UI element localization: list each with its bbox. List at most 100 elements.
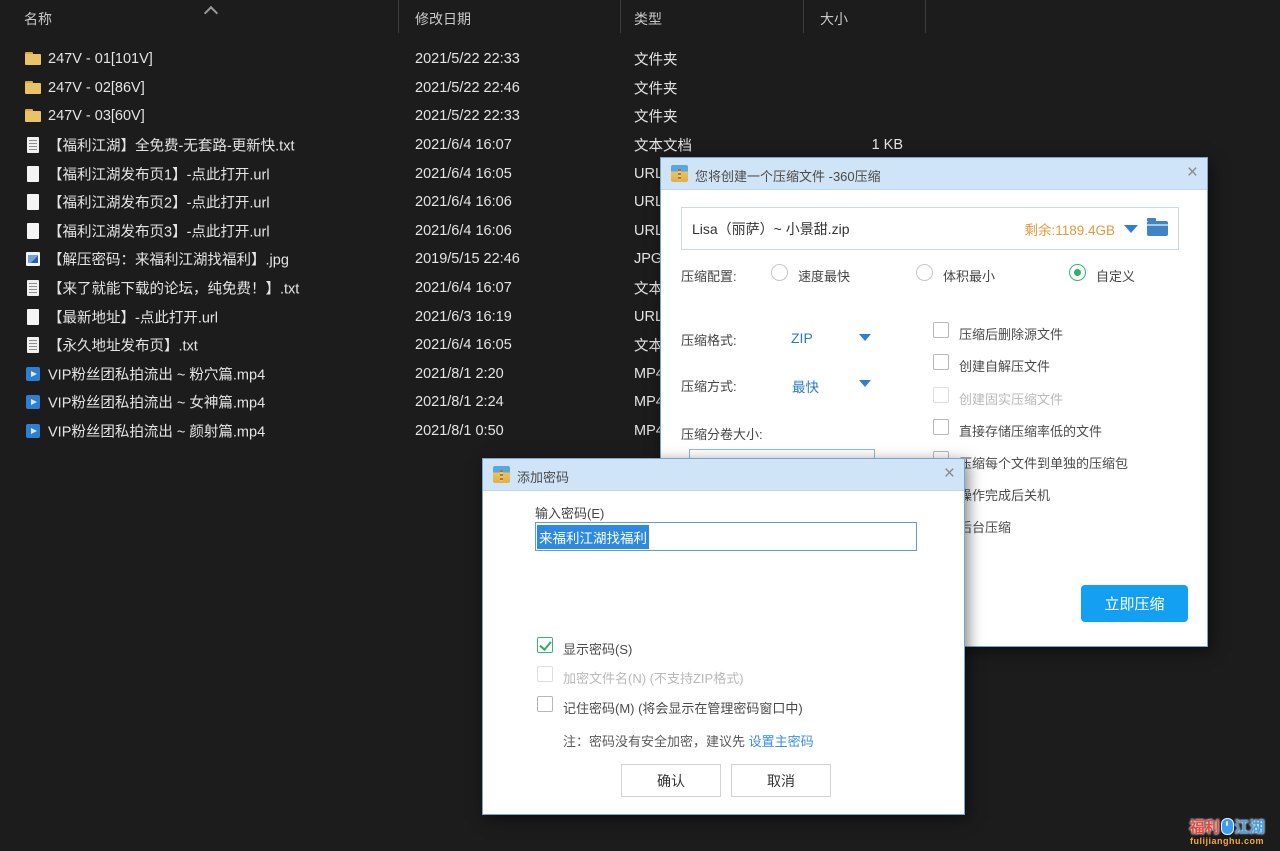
column-header-name[interactable]: 名称 xyxy=(24,9,52,29)
file-name: 【最新地址】-点此打开.url xyxy=(48,306,218,327)
column-divider[interactable] xyxy=(620,0,621,33)
checkbox-delete-source[interactable] xyxy=(933,322,949,338)
file-name: 【福利江湖】全免费-无套路-更新快.txt xyxy=(48,135,295,156)
table-row[interactable]: 247V - 02[86V] 2021/5/22 22:46 文件夹 xyxy=(0,74,1280,103)
watermark-text-right: 江湖 xyxy=(1235,819,1265,836)
format-select-value[interactable]: ZIP xyxy=(791,330,813,346)
table-row[interactable]: 【福利江湖】全免费-无套路-更新快.txt 2021/6/4 16:07 文本文… xyxy=(0,131,1280,160)
file-name: VIP粉丝团私拍流出 ~ 女神篇.mp4 xyxy=(48,392,265,413)
cancel-button[interactable]: 取消 xyxy=(731,764,831,797)
volume-size-label: 压缩分卷大小: xyxy=(681,424,763,443)
radio-custom-label[interactable]: 自定义 xyxy=(1096,266,1135,285)
radio-custom[interactable] xyxy=(1069,264,1086,281)
radio-smallest-size-label[interactable]: 体积最小 xyxy=(943,266,995,285)
file-icon xyxy=(24,193,42,211)
file-name: 【福利江湖发布页3】-点此打开.url xyxy=(48,220,270,241)
checkbox-self-extracting[interactable] xyxy=(933,354,949,370)
file-size: 1 KB xyxy=(803,137,903,153)
file-type: JPG xyxy=(634,251,662,267)
radio-fastest-speed[interactable] xyxy=(771,264,788,281)
file-date: 2021/5/22 22:33 xyxy=(415,51,520,67)
radio-smallest-size[interactable] xyxy=(916,264,933,281)
watermark-url: fulijianghu.com xyxy=(1177,836,1277,847)
column-divider[interactable] xyxy=(398,0,399,33)
checkbox-separate-archives-label[interactable]: 压缩每个文件到单独的压缩包 xyxy=(959,453,1128,472)
compress-config-label: 压缩配置: xyxy=(681,266,737,285)
watermark-logo: 福利江湖 fulijianghu.com xyxy=(1177,818,1277,847)
radio-fastest-speed-label[interactable]: 速度最快 xyxy=(798,266,850,285)
checkbox-remember-password[interactable] xyxy=(537,696,553,712)
method-select-value[interactable]: 最快 xyxy=(792,376,819,396)
file-type: 文件夹 xyxy=(634,49,678,70)
file-date: 2021/6/4 16:06 xyxy=(415,223,512,239)
method-dropdown-icon[interactable] xyxy=(859,380,871,387)
file-date: 2021/8/1 2:20 xyxy=(415,366,504,382)
format-dropdown-icon[interactable] xyxy=(859,334,871,341)
file-date: 2021/6/4 16:05 xyxy=(415,166,512,182)
file-date: 2021/6/4 16:05 xyxy=(415,337,512,353)
dialog-title: 添加密码 xyxy=(517,467,569,486)
compress-now-button[interactable]: 立即压缩 xyxy=(1081,585,1188,622)
file-name: VIP粉丝团私拍流出 ~ 颜射篇.mp4 xyxy=(48,421,265,442)
file-icon xyxy=(24,136,42,154)
file-date: 2021/6/3 16:19 xyxy=(415,309,512,325)
file-type: URL xyxy=(634,194,663,210)
desktop: 名称 修改日期 类型 大小 247V - 01[101V] 2021/5/22 … xyxy=(0,0,1280,851)
file-date: 2021/6/4 16:07 xyxy=(415,280,512,296)
selected-password-text: 来福利江湖找福利 xyxy=(537,525,649,549)
dialog-title: 您将创建一个压缩文件 -360压缩 xyxy=(695,166,881,185)
file-name: VIP粉丝团私拍流出 ~ 粉穴篇.mp4 xyxy=(48,363,265,384)
file-date: 2021/8/1 0:50 xyxy=(415,423,504,439)
mouse-icon xyxy=(1221,818,1234,835)
confirm-button[interactable]: 确认 xyxy=(621,764,721,797)
file-icon xyxy=(24,165,42,183)
set-master-password-link[interactable]: 设置主密码 xyxy=(749,734,814,749)
dialog-titlebar[interactable]: 您将创建一个压缩文件 -360压缩 × xyxy=(661,158,1207,190)
checkbox-show-password[interactable] xyxy=(537,637,553,653)
file-icon xyxy=(24,365,42,383)
file-icon xyxy=(24,422,42,440)
close-icon[interactable]: × xyxy=(1187,161,1198,185)
checkbox-solid-archive-label: 创建固实压缩文件 xyxy=(959,389,1063,408)
explorer-column-header: 名称 修改日期 类型 大小 xyxy=(0,0,1280,33)
file-icon xyxy=(24,107,42,125)
archive-filename-field[interactable]: Lisa（丽萨）~ 小景甜.zip 剩余:1189.4GB xyxy=(681,207,1179,250)
file-date: 2021/5/22 22:33 xyxy=(415,108,520,124)
table-row[interactable]: 247V - 01[101V] 2021/5/22 22:33 文件夹 xyxy=(0,45,1280,74)
checkbox-background-compress-label[interactable]: 后台压缩 xyxy=(959,517,1011,536)
file-date: 2021/6/4 16:07 xyxy=(415,137,512,153)
file-icon xyxy=(24,279,42,297)
file-icon xyxy=(24,250,42,268)
sort-ascending-icon[interactable] xyxy=(204,6,218,20)
dialog-titlebar[interactable]: 添加密码 × xyxy=(483,459,964,491)
format-label: 压缩格式: xyxy=(681,330,737,349)
column-header-date[interactable]: 修改日期 xyxy=(415,9,471,29)
file-icon xyxy=(24,393,42,411)
column-header-size[interactable]: 大小 xyxy=(820,9,848,29)
archive-filename[interactable]: Lisa（丽萨）~ 小景甜.zip xyxy=(692,219,1015,239)
checkbox-delete-source-label[interactable]: 压缩后删除源文件 xyxy=(959,324,1063,343)
column-divider[interactable] xyxy=(925,0,926,33)
checkbox-show-password-label[interactable]: 显示密码(S) xyxy=(563,639,632,658)
file-type: URL xyxy=(634,309,663,325)
column-header-type[interactable]: 类型 xyxy=(634,9,662,29)
file-name: 【来了就能下载的论坛，纯免费！】.txt xyxy=(48,278,299,299)
table-row[interactable]: 247V - 03[60V] 2021/5/22 22:33 文件夹 xyxy=(0,102,1280,131)
checkbox-remember-password-label[interactable]: 记住密码(M) (将会显示在管理密码窗口中) xyxy=(563,698,803,717)
file-icon xyxy=(24,79,42,97)
checkbox-self-extracting-label[interactable]: 创建自解压文件 xyxy=(959,356,1050,375)
checkbox-shutdown-after-label[interactable]: 操作完成后关机 xyxy=(959,485,1050,504)
close-icon[interactable]: × xyxy=(944,462,955,486)
disk-remaining-label: 剩余:1189.4GB xyxy=(1024,219,1115,239)
checkbox-store-low-ratio-label[interactable]: 直接存储压缩率低的文件 xyxy=(959,421,1102,440)
watermark-text-left: 福利 xyxy=(1189,819,1219,836)
file-type: 文件夹 xyxy=(634,106,678,127)
column-divider[interactable] xyxy=(803,0,804,33)
browse-folder-icon[interactable] xyxy=(1147,221,1168,236)
file-icon xyxy=(24,336,42,354)
password-input-label: 输入密码(E) xyxy=(535,503,604,522)
password-input[interactable]: 来福利江湖找福利 xyxy=(535,522,917,551)
file-icon xyxy=(24,50,42,68)
chevron-down-icon[interactable] xyxy=(1124,225,1138,233)
checkbox-store-low-ratio[interactable] xyxy=(933,419,949,435)
